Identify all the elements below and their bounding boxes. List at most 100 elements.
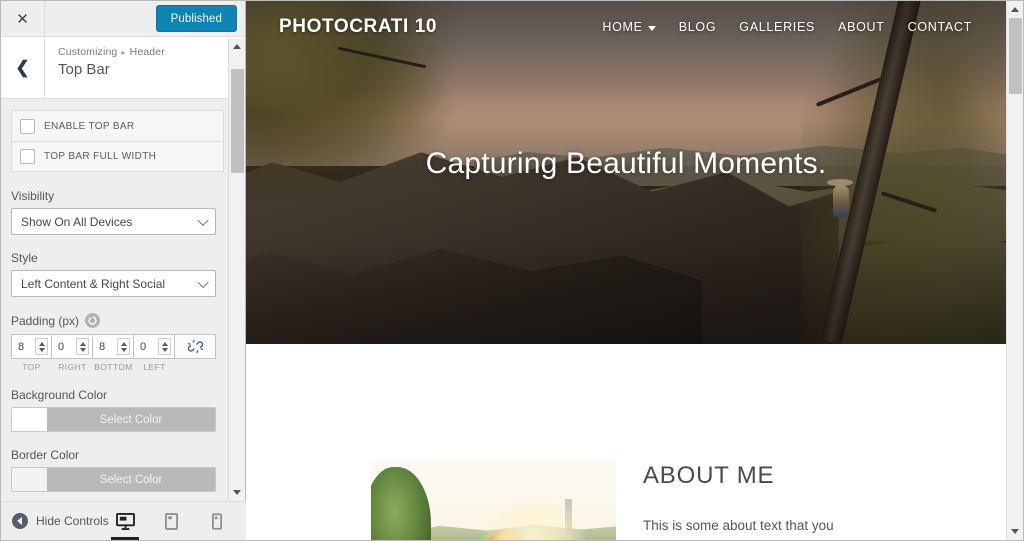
checkbox-label-top-bar-full-width: TOP BAR FULL WIDTH [44,151,157,162]
nav-label-home: HOME [602,20,643,34]
collapse-arrow-icon [12,513,28,529]
nav-item-about[interactable]: ABOUT [838,20,885,34]
back-chevron-icon[interactable]: ❮ [1,37,45,98]
padding-label-right: RIGHT [58,362,87,372]
spinner-right[interactable] [76,338,89,355]
padding-label-left: LEFT [143,362,166,372]
site-nav: HOME BLOG GALLERIES ABOUT CONTACT [602,20,972,34]
nav-item-galleries[interactable]: GALLERIES [739,20,815,34]
about-text-block: ABOUT ME This is some about text that yo… [643,459,834,540]
section-header: ❮ Customizing ▸ Header Top Bar [1,37,245,99]
preview-scrollbar[interactable] [1006,1,1023,540]
spinner-top[interactable] [35,338,48,355]
style-label: Style [11,251,38,265]
customizer-window: ✕ Published ❮ Customizing ▸ Header Top Bar… [0,0,1024,541]
padding-input-top[interactable]: 8 [12,341,35,353]
checkbox-group: ENABLE TOP BAR TOP BAR FULL WIDTH [11,110,224,172]
style-select[interactable]: Left Content & Right Social [11,270,216,297]
visibility-select[interactable]: Show On All Devices [11,208,216,235]
preview-scroll-down-icon[interactable] [1007,523,1023,540]
padding-cell-top: 8 [11,334,52,359]
about-image [371,459,616,540]
section-titles: Customizing ▸ Header Top Bar [45,37,165,98]
chevron-down-icon [197,276,209,288]
visibility-value: Show On All Devices [21,214,133,229]
hero-section: PHOTOCRATI 10 HOME BLOG GALLERIES ABOUT … [246,1,1006,344]
breadcrumb-separator-icon: ▸ [121,48,126,57]
desktop-icon[interactable] [111,502,139,540]
site-title[interactable]: PHOTOCRATI 10 [279,16,437,38]
padding-input-bottom[interactable]: 8 [93,341,117,353]
controls-scroll-region: ENABLE TOP BAR TOP BAR FULL WIDTH Visibi… [1,100,245,501]
background-select-color-button[interactable]: Select Color [47,408,215,431]
breadcrumb: Customizing ▸ Header [58,46,165,58]
padding-input-left[interactable]: 0 [134,341,158,353]
customizer-panel: ✕ Published ❮ Customizing ▸ Header Top Bar… [1,1,246,540]
visibility-field: Visibility Show On All Devices [11,189,224,235]
padding-link-cell [175,334,216,359]
background-color-swatch [12,408,47,431]
device-preview-group [111,502,246,540]
about-image-sunglow [473,499,594,540]
checkbox-top-bar-full-width[interactable] [20,149,35,164]
preview-scroll-up-icon[interactable] [1007,1,1023,18]
padding-cell-right: 0 [52,334,93,359]
padding-field: Padding (px) 8 0 8 0 TOP RIGHT BOTTOM LE… [11,313,224,372]
padding-label-bottom: BOTTOM [94,362,133,372]
padding-inputs-row: 8 0 8 0 [11,334,216,359]
reset-icon[interactable] [85,313,101,328]
checkbox-enable-top-bar[interactable] [20,118,35,134]
spinner-bottom[interactable] [117,338,130,355]
visibility-label: Visibility [11,189,55,203]
hero-headline: Capturing Beautiful Moments. [425,147,827,180]
page-title: Top Bar [58,61,110,78]
about-heading: ABOUT ME [643,462,775,489]
background-color-field: Background Color Select Color [11,388,224,432]
border-color-swatch [12,468,47,491]
site-preview: PHOTOCRATI 10 HOME BLOG GALLERIES ABOUT … [246,1,1023,540]
preview-scroll-area: PHOTOCRATI 10 HOME BLOG GALLERIES ABOUT … [246,1,1006,540]
padding-label: Padding (px) [11,313,80,328]
border-select-color-button[interactable]: Select Color [47,468,215,491]
border-color-label: Border Color [11,448,80,462]
spinner-left[interactable] [158,338,171,355]
customizer-scrollbar[interactable] [228,38,245,501]
scrollbar-thumb[interactable] [231,69,244,173]
scrollbar-track[interactable] [229,55,245,484]
publish-button[interactable]: Published [155,5,237,32]
border-color-field: Border Color Select Color [11,448,224,492]
close-icon[interactable]: ✕ [1,1,45,36]
border-color-picker[interactable]: Select Color [11,467,216,492]
chevron-down-icon [647,25,656,31]
site-header: PHOTOCRATI 10 HOME BLOG GALLERIES ABOUT … [246,1,1006,53]
background-color-picker[interactable]: Select Color [11,407,216,432]
padding-label-top: TOP [22,362,41,372]
checkbox-label-enable-top-bar: ENABLE TOP BAR [44,120,135,132]
breadcrumb-parent[interactable]: Header [130,46,165,58]
style-field: Style Left Content & Right Social [11,251,224,297]
checkbox-row-enable-top-bar[interactable]: ENABLE TOP BAR [12,111,223,141]
preview-scrollbar-thumb[interactable] [1009,18,1022,94]
nav-item-home[interactable]: HOME [602,20,656,34]
scroll-down-icon[interactable] [229,484,245,501]
style-value: Left Content & Right Social [21,276,166,291]
broken-link-icon[interactable] [175,334,216,359]
chevron-down-icon [197,214,209,226]
background-color-label: Background Color [11,388,108,402]
padding-input-right[interactable]: 0 [52,341,76,353]
checkbox-row-top-bar-full-width[interactable]: TOP BAR FULL WIDTH [12,141,223,171]
padding-header: Padding (px) [11,313,224,328]
scroll-up-icon[interactable] [229,38,245,55]
breadcrumb-root[interactable]: Customizing [58,46,117,58]
customizer-footer: Hide Controls [1,501,246,540]
tablet-icon[interactable] [158,502,184,540]
padding-cell-left: 0 [134,334,175,359]
nav-item-contact[interactable]: CONTACT [908,20,972,34]
nav-item-blog[interactable]: BLOG [679,20,717,34]
hide-controls-label: Hide Controls [36,514,109,528]
hide-controls-button[interactable]: Hide Controls [1,513,109,529]
mobile-icon[interactable] [204,502,230,540]
about-paragraph: This is some about text that you [643,518,834,533]
about-section: ABOUT ME This is some about text that yo… [246,344,1006,540]
